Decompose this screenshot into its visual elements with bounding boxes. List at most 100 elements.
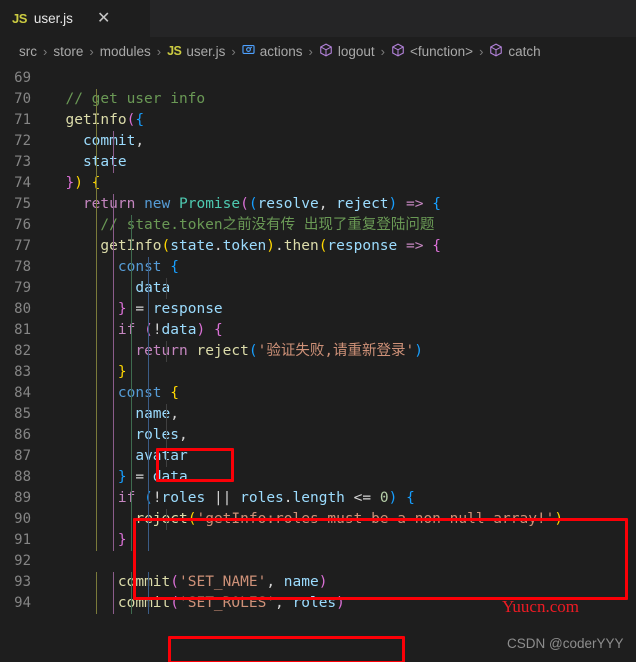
breadcrumb-label: src bbox=[19, 43, 37, 59]
line-content: } bbox=[48, 530, 636, 551]
breadcrumb-separator: › bbox=[43, 43, 48, 59]
line-content: if (!data) { bbox=[48, 320, 636, 341]
breadcrumb: src › store › modules › JS user.js › act… bbox=[0, 37, 636, 65]
line-content: return new Promise((resolve, reject) => … bbox=[48, 194, 636, 215]
breadcrumb-label: <function> bbox=[410, 43, 474, 59]
line-content: const { bbox=[48, 383, 636, 404]
line-number: 89 bbox=[14, 490, 31, 506]
indent-guide bbox=[96, 362, 97, 383]
indent-guide bbox=[131, 488, 132, 509]
indent-guide bbox=[131, 362, 132, 383]
line-number: 88 bbox=[14, 469, 31, 485]
indent-guide bbox=[131, 404, 132, 425]
breadcrumb-item-modules[interactable]: modules bbox=[100, 44, 151, 59]
indent-guide bbox=[148, 404, 149, 425]
line-number: 90 bbox=[14, 511, 31, 527]
indent-guide bbox=[96, 278, 97, 299]
breadcrumb-label: modules bbox=[99, 43, 151, 59]
indent-guide bbox=[148, 383, 149, 404]
code-line: 76 // state.token之前没有传 出现了重复登陆问题 bbox=[0, 215, 636, 236]
indent-guide bbox=[96, 488, 97, 509]
indent-guide bbox=[113, 194, 114, 215]
indent-guide bbox=[131, 341, 132, 362]
indent-guide bbox=[96, 446, 97, 467]
indent-guide bbox=[96, 383, 97, 404]
code-line: 69 bbox=[0, 68, 636, 89]
indent-guide bbox=[96, 530, 97, 551]
line-content: getInfo(state.token).then(response => { bbox=[48, 236, 636, 257]
line-content: const { bbox=[48, 257, 636, 278]
code-line: 74 }) { bbox=[0, 173, 636, 194]
breadcrumb-label: user.js bbox=[186, 43, 226, 59]
indent-guide bbox=[113, 530, 114, 551]
indent-guide bbox=[96, 593, 97, 614]
indent-guide bbox=[131, 278, 132, 299]
code-line: 80 } = response bbox=[0, 299, 636, 320]
code-line: 82 return reject('验证失败,请重新登录') bbox=[0, 341, 636, 362]
tab-user-js[interactable]: JS user.js ✕ bbox=[0, 0, 151, 37]
indent-guide bbox=[148, 425, 149, 446]
breadcrumb-label: actions bbox=[259, 43, 303, 59]
code-lines: 6970 // get user info 71 getInfo({72 comm… bbox=[0, 65, 636, 614]
code-line: 70 // get user info bbox=[0, 89, 636, 110]
line-number: 92 bbox=[14, 553, 31, 569]
indent-guide bbox=[96, 572, 97, 593]
code-line: 78 const { bbox=[0, 257, 636, 278]
breadcrumb-separator: › bbox=[231, 43, 236, 59]
indent-guide bbox=[131, 383, 132, 404]
indent-guide bbox=[96, 341, 97, 362]
indent-guide bbox=[96, 299, 97, 320]
breadcrumb-item-user-js[interactable]: JS user.js bbox=[167, 44, 225, 59]
indent-guide bbox=[131, 299, 132, 320]
breadcrumb-item-src[interactable]: src bbox=[19, 44, 37, 59]
js-file-icon: JS bbox=[12, 11, 27, 26]
breadcrumb-item-store[interactable]: store bbox=[53, 44, 83, 59]
indent-guide bbox=[148, 299, 149, 320]
line-content: // state.token之前没有传 出现了重复登陆问题 bbox=[48, 215, 636, 236]
indent-guide bbox=[113, 488, 114, 509]
indent-guide bbox=[148, 341, 149, 362]
indent-guide bbox=[166, 509, 167, 530]
js-file-icon: JS bbox=[167, 44, 182, 58]
code-line: 73 state bbox=[0, 152, 636, 173]
indent-guide bbox=[113, 446, 114, 467]
indent-guide bbox=[113, 593, 114, 614]
code-line: 88 } = data bbox=[0, 467, 636, 488]
line-number: 94 bbox=[14, 595, 31, 611]
breadcrumb-item-actions[interactable]: actions bbox=[242, 43, 303, 59]
breadcrumb-item-function[interactable]: <function> bbox=[391, 43, 473, 60]
line-number: 83 bbox=[14, 364, 31, 380]
indent-guide bbox=[96, 404, 97, 425]
close-icon[interactable]: ✕ bbox=[94, 10, 113, 28]
indent-guide bbox=[96, 509, 97, 530]
line-content: } bbox=[48, 362, 636, 383]
line-content: if (!roles || roles.length <= 0) { bbox=[48, 488, 636, 509]
line-number: 71 bbox=[14, 112, 31, 128]
indent-guide bbox=[96, 425, 97, 446]
indent-guide bbox=[166, 404, 167, 425]
indent-guide bbox=[96, 467, 97, 488]
line-content: getInfo({ bbox=[48, 110, 636, 131]
indent-guide bbox=[113, 572, 114, 593]
breadcrumb-item-catch[interactable]: catch bbox=[489, 43, 541, 60]
tab-label: user.js bbox=[33, 11, 73, 26]
indent-guide bbox=[131, 467, 132, 488]
code-line: 92 bbox=[0, 551, 636, 572]
line-content: commit, bbox=[48, 131, 636, 152]
breadcrumb-label: logout bbox=[337, 43, 375, 59]
cube-icon bbox=[391, 43, 405, 60]
indent-guide bbox=[148, 257, 149, 278]
indent-guide bbox=[148, 509, 149, 530]
code-line: 72 commit, bbox=[0, 131, 636, 152]
indent-guide bbox=[113, 341, 114, 362]
indent-guide bbox=[148, 572, 149, 593]
line-content: } = response bbox=[48, 299, 636, 320]
line-number: 70 bbox=[14, 91, 31, 107]
line-content: commit('SET_NAME', name) bbox=[48, 572, 636, 593]
indent-guide bbox=[148, 488, 149, 509]
indent-guide bbox=[131, 572, 132, 593]
code-editor[interactable]: 6970 // get user info 71 getInfo({72 comm… bbox=[0, 65, 636, 662]
indent-guide bbox=[96, 152, 97, 173]
indent-guide bbox=[113, 404, 114, 425]
breadcrumb-item-logout[interactable]: logout bbox=[319, 43, 375, 60]
